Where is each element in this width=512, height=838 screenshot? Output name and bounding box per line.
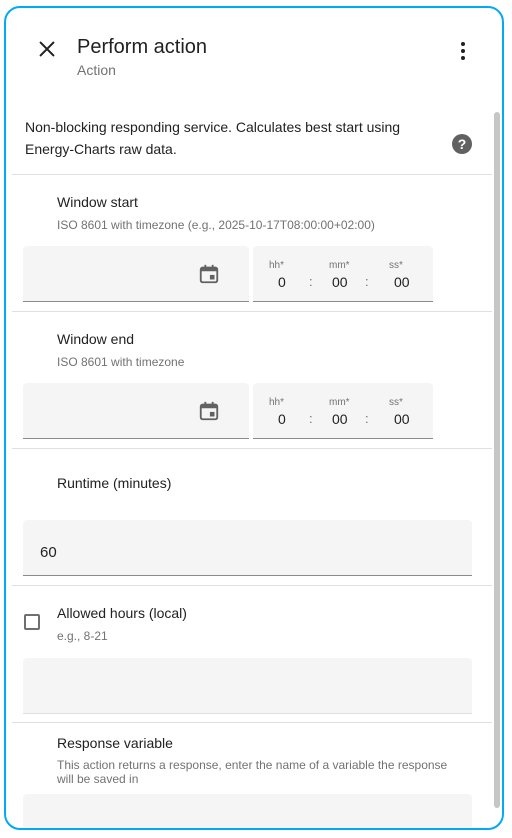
response-variable-label: Response variable	[57, 735, 173, 751]
mm-label: mm*	[329, 260, 350, 271]
window-start-time-field[interactable]: hh* mm* ss* 0 : 00 : 00	[253, 246, 433, 302]
window-end-time-field[interactable]: hh* mm* ss* 0 : 00 : 00	[253, 383, 433, 439]
action-description: Non-blocking responding service. Calcula…	[25, 119, 401, 157]
divider	[12, 174, 492, 175]
window-start-hint: ISO 8601 with timezone (e.g., 2025-10-17…	[57, 218, 375, 232]
time-separator: :	[309, 411, 313, 426]
time-separator: :	[365, 411, 369, 426]
window-end-label: Window end	[57, 331, 135, 347]
ss-input[interactable]: 00	[394, 274, 410, 290]
runtime-input[interactable]	[23, 520, 472, 576]
dialog-title: Perform action	[77, 36, 208, 58]
svg-text:?: ?	[458, 136, 467, 152]
hh-input[interactable]: 0	[278, 274, 286, 290]
allowed-hours-checkbox[interactable]	[24, 614, 40, 630]
allowed-hours-hint: e.g., 8-21	[57, 629, 108, 643]
divider	[12, 448, 492, 449]
ss-label: ss*	[389, 260, 403, 271]
divider	[12, 311, 492, 312]
mm-input[interactable]: 00	[332, 411, 348, 427]
time-separator: :	[309, 274, 313, 289]
window-start-date-field[interactable]	[23, 246, 249, 302]
ss-input[interactable]: 00	[394, 411, 410, 427]
calendar-icon[interactable]	[198, 263, 220, 285]
hh-label: hh*	[269, 397, 285, 408]
hh-label: hh*	[269, 260, 285, 271]
ss-label: ss*	[389, 397, 403, 408]
hh-input[interactable]: 0	[278, 411, 286, 427]
more-vertical-icon[interactable]	[454, 40, 472, 62]
mm-input[interactable]: 00	[332, 274, 348, 290]
window-start-label: Window start	[57, 194, 138, 210]
runtime-value: 60	[40, 544, 57, 561]
window-end-hint: ISO 8601 with timezone	[57, 355, 185, 369]
calendar-icon[interactable]	[198, 400, 220, 422]
runtime-label: Runtime (minutes)	[57, 475, 172, 491]
response-variable-input[interactable]	[23, 794, 472, 828]
response-variable-hint: This action returns a response, enter th…	[57, 758, 448, 786]
divider	[12, 585, 492, 586]
scrollbar[interactable]	[494, 112, 500, 808]
perform-action-dialog: Perform action Action Non-blocking respo…	[4, 6, 504, 830]
allowed-hours-input	[23, 658, 472, 714]
mm-label: mm*	[329, 397, 350, 408]
close-icon[interactable]	[36, 38, 58, 60]
window-end-date-field[interactable]	[23, 383, 249, 439]
allowed-hours-label: Allowed hours (local)	[57, 605, 187, 621]
divider	[12, 722, 492, 723]
time-separator: :	[365, 274, 369, 289]
help-circle-icon[interactable]: ?	[450, 132, 474, 156]
dialog-subtitle: Action	[77, 62, 116, 78]
